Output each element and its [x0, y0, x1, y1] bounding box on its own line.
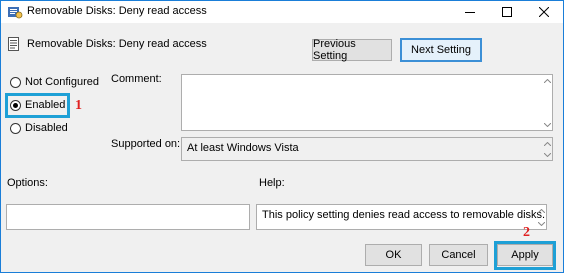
scroll-down-icon[interactable]	[542, 120, 552, 129]
next-setting-button[interactable]: Next Setting	[400, 38, 482, 62]
help-panel: This policy setting denies read access t…	[256, 204, 547, 230]
radio-circle[interactable]	[10, 76, 21, 88]
step-marker-1: 1	[75, 98, 82, 113]
supported-on-label: Supported on:	[111, 138, 181, 150]
policy-name: Removable Disks: Deny read access	[27, 38, 207, 50]
enabled-highlight-box	[5, 93, 70, 118]
comment-scrollbar[interactable]	[542, 75, 552, 130]
radio-label: Disabled	[25, 122, 68, 134]
step-marker-2: 2	[523, 225, 530, 240]
apply-highlight-box	[494, 241, 556, 270]
policy-settings-icon	[8, 7, 23, 19]
radio-label: Not Configured	[25, 76, 99, 88]
maximize-icon	[502, 7, 512, 17]
close-icon	[539, 7, 549, 17]
policy-document-icon	[8, 37, 19, 51]
scroll-down-icon[interactable]	[542, 150, 552, 159]
comment-label: Comment:	[111, 73, 162, 85]
supported-on-box: At least Windows Vista	[181, 137, 553, 161]
scroll-up-icon[interactable]	[542, 76, 552, 85]
maximize-button[interactable]	[492, 1, 522, 23]
supported-scrollbar[interactable]	[542, 138, 552, 160]
minimize-icon	[465, 12, 475, 13]
options-panel	[6, 204, 250, 230]
window-title: Removable Disks: Deny read access	[27, 5, 207, 17]
minimize-button[interactable]	[455, 1, 485, 23]
scroll-up-icon[interactable]	[542, 139, 552, 148]
help-text: This policy setting denies read access t…	[262, 209, 546, 221]
close-button[interactable]	[529, 1, 559, 23]
radio-disabled[interactable]: Disabled	[10, 122, 68, 134]
title-bar[interactable]: Removable Disks: Deny read access	[1, 1, 563, 23]
scroll-up-icon[interactable]	[536, 206, 546, 215]
policy-dialog-window: Removable Disks: Deny read access Remova…	[0, 0, 564, 273]
comment-textarea[interactable]	[181, 74, 553, 131]
scroll-down-icon[interactable]	[536, 219, 546, 228]
supported-on-value: At least Windows Vista	[187, 142, 299, 154]
cancel-button[interactable]: Cancel	[429, 244, 488, 266]
radio-not-configured[interactable]: Not Configured	[10, 76, 99, 88]
ok-button[interactable]: OK	[365, 244, 422, 266]
radio-circle[interactable]	[10, 122, 21, 134]
help-label: Help:	[259, 177, 285, 189]
previous-setting-button[interactable]: Previous Setting	[312, 38, 392, 62]
options-label: Options:	[7, 177, 48, 189]
help-scrollbar[interactable]	[536, 205, 546, 229]
